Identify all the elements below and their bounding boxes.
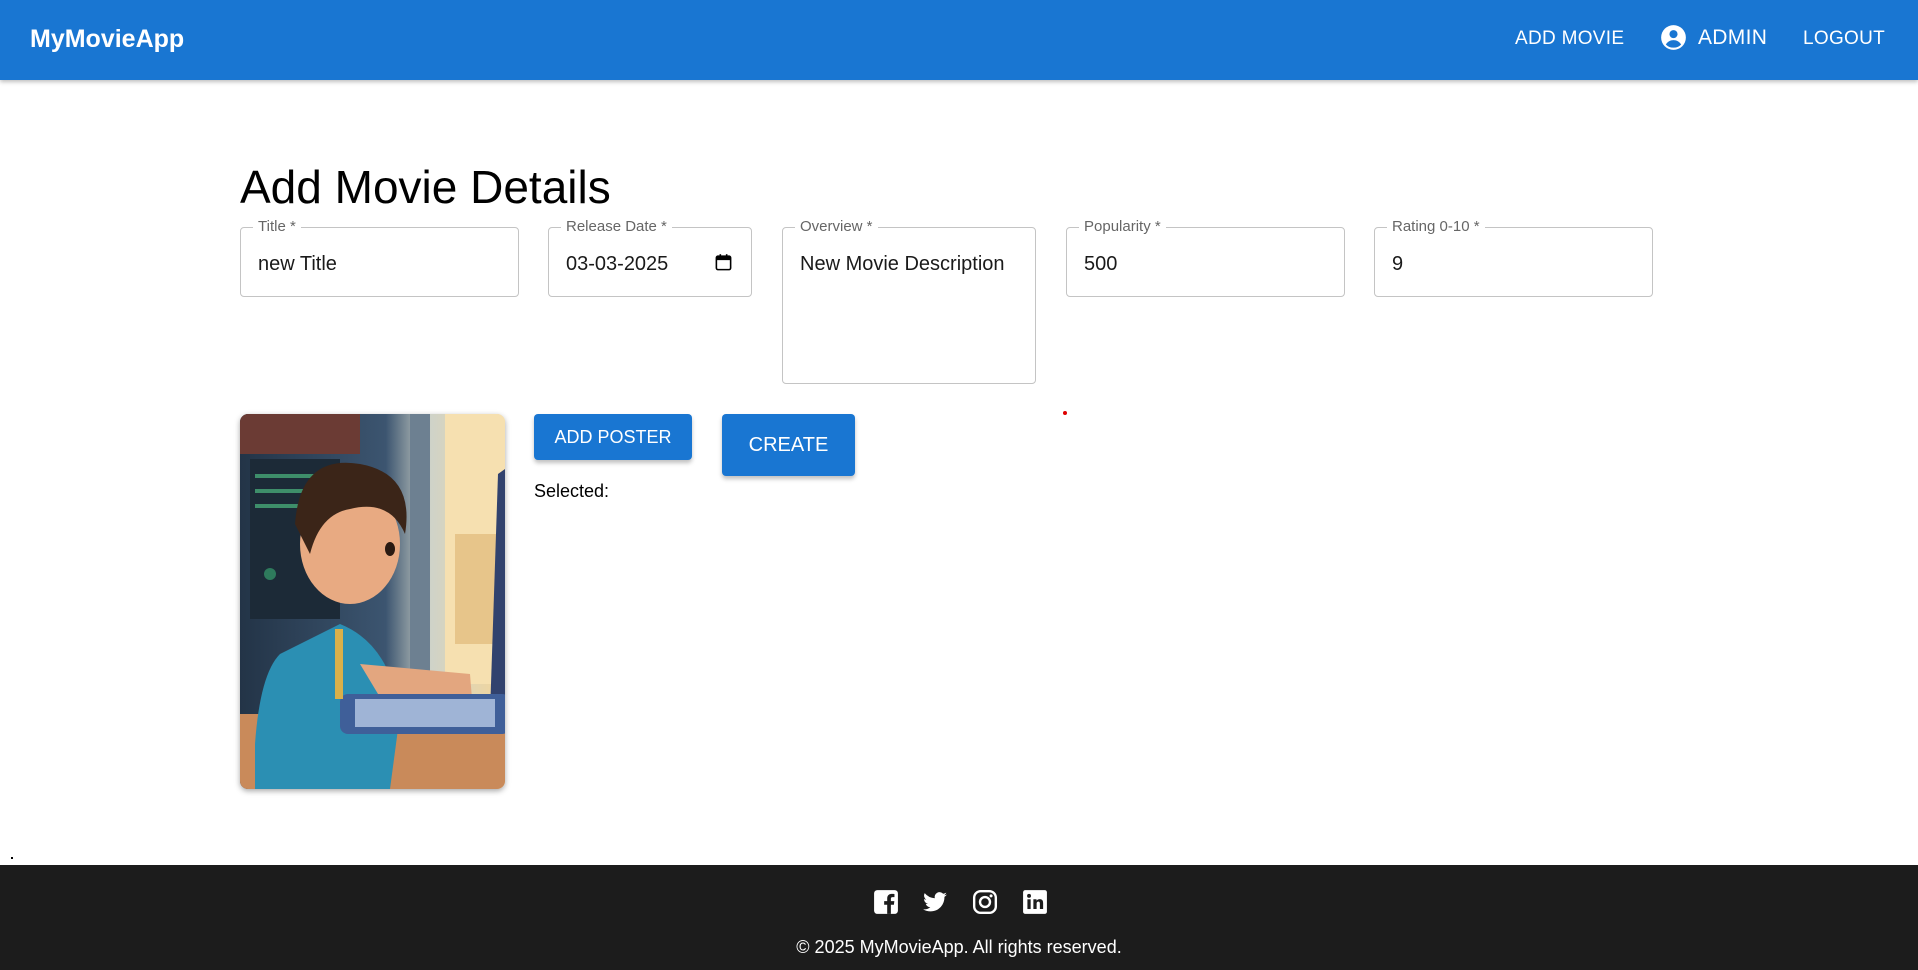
calendar-icon[interactable]	[714, 253, 733, 272]
add-movie-nav-button[interactable]: ADD MOVIE	[1515, 28, 1624, 50]
brand-logo[interactable]: MyMovieApp	[30, 25, 184, 54]
logout-button[interactable]: LOGOUT	[1803, 28, 1885, 50]
rating-label: Rating 0-10 *	[1387, 219, 1485, 235]
selected-file-label: Selected:	[534, 481, 610, 501]
add-poster-button[interactable]: ADD POSTER	[534, 414, 692, 460]
footer: © 2025 MyMovieApp. All rights reserved.	[0, 865, 1918, 970]
popularity-field[interactable]: Popularity * 500	[1066, 219, 1345, 297]
release-date-field[interactable]: Release Date * 03-03-2025	[548, 219, 752, 297]
popularity-value[interactable]: 500	[1084, 253, 1117, 276]
cursor-dot	[1063, 411, 1067, 415]
admin-nav-button[interactable]: ADMIN	[1660, 24, 1767, 51]
title-value[interactable]: new Title	[258, 253, 337, 276]
copyright-text: © 2025 MyMovieApp. All rights reserved.	[796, 937, 1122, 957]
overview-label: Overview *	[795, 219, 878, 235]
rating-field[interactable]: Rating 0-10 * 9	[1374, 219, 1653, 297]
overview-field[interactable]: Overview * New Movie Description	[782, 219, 1036, 384]
release-date-value[interactable]: 03-03-2025	[566, 253, 668, 276]
stray-dot	[11, 857, 13, 859]
account-circle-icon	[1661, 25, 1686, 50]
admin-label: ADMIN	[1698, 25, 1768, 49]
overview-value[interactable]: New Movie Description	[800, 253, 1005, 276]
popularity-label: Popularity *	[1079, 219, 1166, 235]
title-label: Title *	[253, 219, 301, 235]
instagram-icon[interactable]	[972, 889, 998, 915]
facebook-icon[interactable]	[873, 889, 899, 915]
release-date-label: Release Date *	[561, 219, 672, 235]
create-button[interactable]: CREATE	[722, 414, 855, 476]
app-bar: MyMovieApp ADD MOVIE ADMIN LOGOUT	[0, 0, 1918, 80]
page-title: Add Movie Details	[240, 161, 611, 213]
title-field[interactable]: Title * new Title	[240, 219, 519, 297]
poster-illustration	[240, 414, 505, 789]
twitter-icon[interactable]	[922, 889, 948, 915]
linkedin-icon[interactable]	[1022, 889, 1048, 915]
poster-image	[240, 414, 505, 789]
rating-value[interactable]: 9	[1392, 253, 1403, 276]
